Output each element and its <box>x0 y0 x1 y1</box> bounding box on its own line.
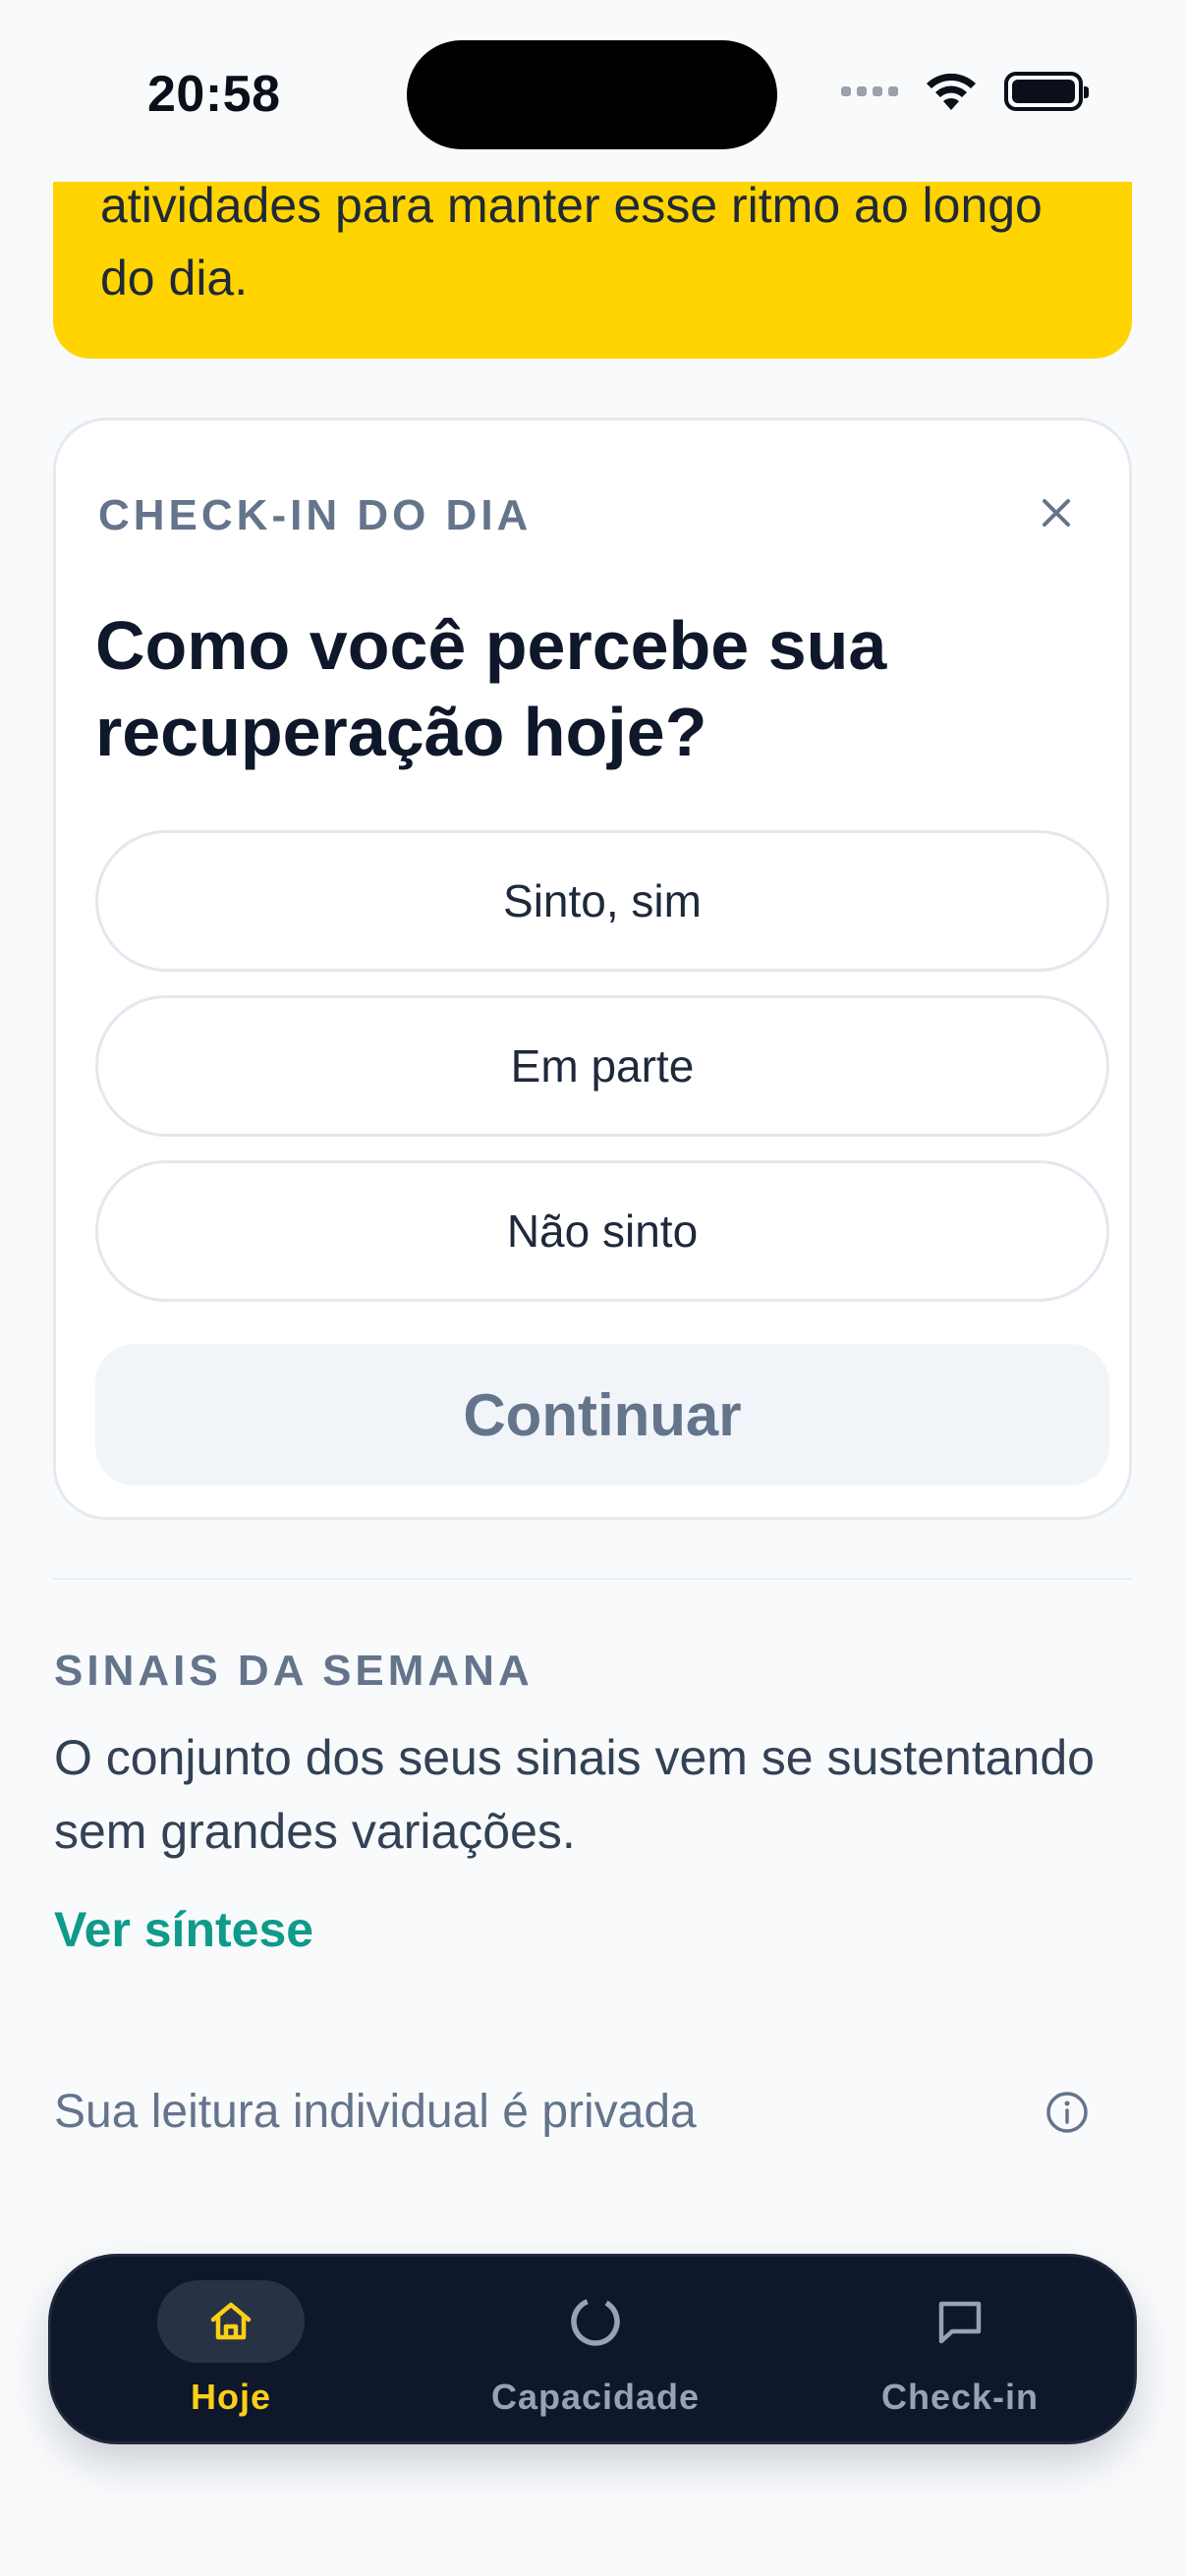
chat-icon <box>938 2301 982 2344</box>
tab-label-check-in: Check-in <box>880 2377 1040 2417</box>
status-bar: 20:58 <box>0 0 1185 182</box>
signals-kicker: SINAIS DA SEMANA <box>54 1647 534 1695</box>
tab-hoje[interactable]: Hoje <box>84 2257 378 2447</box>
option-em-parte[interactable]: Em parte <box>95 995 1109 1137</box>
status-icons <box>841 71 1089 112</box>
status-time: 20:58 <box>147 66 281 123</box>
option-nao-sinto[interactable]: Não sinto <box>95 1160 1109 1302</box>
tab-check-in[interactable]: Check-in <box>813 2257 1107 2447</box>
battery-icon <box>1004 72 1089 111</box>
signals-text: O conjunto dos seus sinais vem se susten… <box>54 1730 1095 1859</box>
daily-summary-card: atividades para manter esse ritmo ao lon… <box>53 157 1132 359</box>
app-screen: 20:58 atividades para manter esse ritmo … <box>0 0 1185 2576</box>
checkin-kicker: CHECK-IN DO DIA <box>98 491 533 539</box>
tab-label-capacidade: Capacidade <box>490 2377 701 2417</box>
info-icon[interactable] <box>1044 2089 1091 2136</box>
section-divider <box>53 1578 1132 1580</box>
bottom-tab-bar: Hoje Capacidade Check-in <box>48 2254 1137 2444</box>
daily-summary-text: atividades para manter esse ritmo ao lon… <box>100 178 1043 306</box>
view-synthesis-link[interactable]: Ver síntese <box>54 1901 313 1958</box>
option-sinto-sim[interactable]: Sinto, sim <box>95 830 1109 972</box>
tab-label-hoje: Hoje <box>190 2377 271 2417</box>
privacy-text: Sua leitura individual é privada <box>54 2086 697 2138</box>
continue-button[interactable]: Continuar <box>95 1344 1109 1485</box>
capacity-ring-icon <box>571 2297 620 2346</box>
checkin-card: CHECK-IN DO DIA Como você percebe sua re… <box>53 418 1132 1520</box>
tab-capacidade[interactable]: Capacidade <box>448 2257 743 2447</box>
close-icon[interactable] <box>1033 489 1080 536</box>
cellular-signal-icon <box>841 86 898 96</box>
dynamic-island <box>407 40 777 149</box>
wifi-icon <box>927 73 976 110</box>
checkin-question: Como você percebe sua recuperação hoje? <box>95 607 887 770</box>
home-icon <box>210 2302 252 2340</box>
